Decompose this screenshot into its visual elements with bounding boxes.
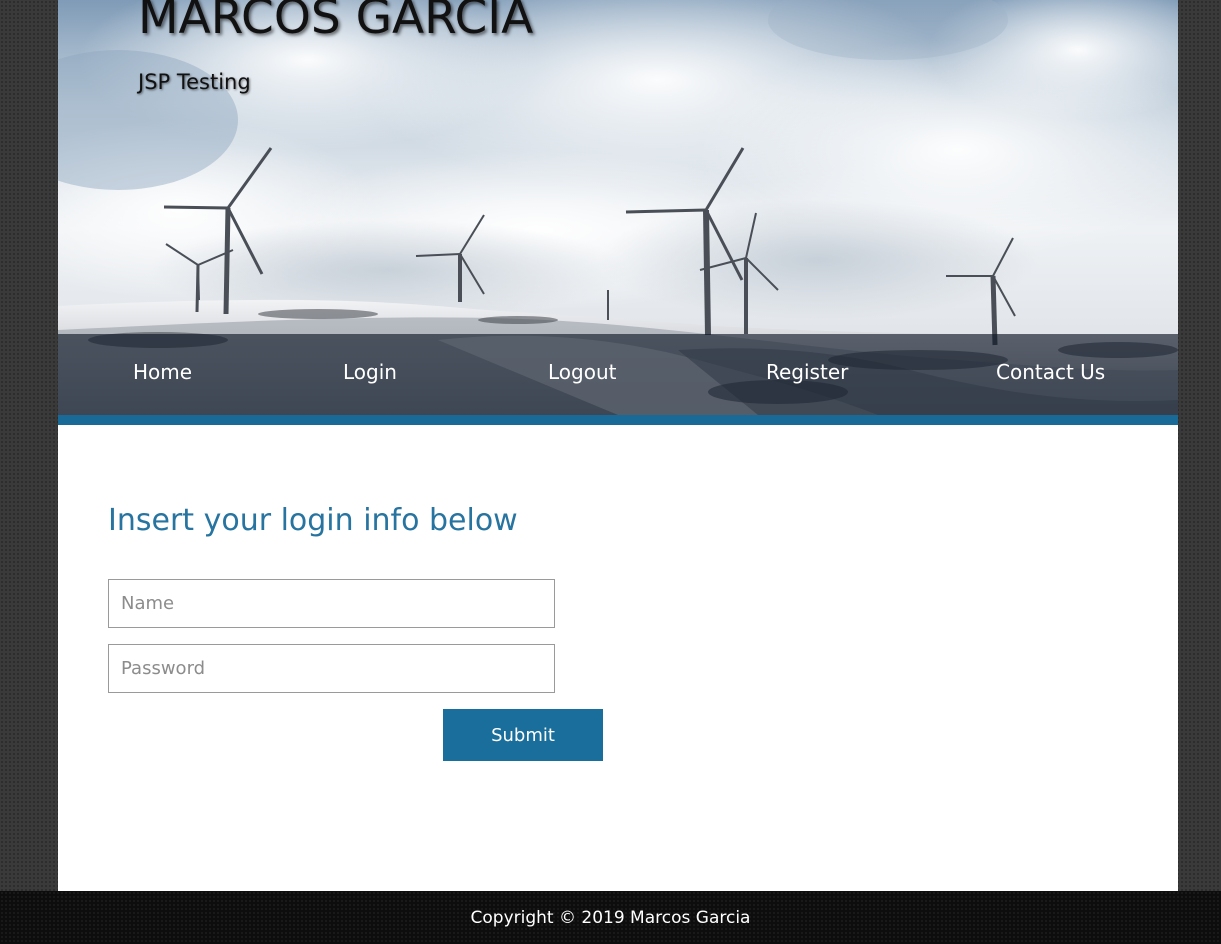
form-heading: Insert your login info below bbox=[108, 503, 518, 538]
main-nav: Home Login Logout Register Contact Us bbox=[58, 334, 1178, 415]
nav-item-contact-us[interactable]: Contact Us bbox=[996, 360, 1105, 384]
password-input[interactable] bbox=[108, 644, 555, 693]
site-title: MARCOS GARCIA bbox=[138, 0, 534, 45]
site-subtitle: JSP Testing bbox=[138, 70, 251, 94]
copyright-text: Copyright © 2019 Marcos Garcia bbox=[470, 908, 751, 928]
page-container: MARCOS GARCIA JSP Testing Home Login Log… bbox=[58, 0, 1178, 891]
submit-button[interactable]: Submit bbox=[443, 709, 603, 761]
nav-item-register[interactable]: Register bbox=[766, 360, 848, 384]
hero-banner: MARCOS GARCIA JSP Testing Home Login Log… bbox=[58, 0, 1178, 415]
nav-item-home[interactable]: Home bbox=[133, 360, 192, 384]
nav-accent-bar bbox=[58, 415, 1178, 425]
footer: Copyright © 2019 Marcos Garcia bbox=[0, 891, 1221, 944]
nav-item-login[interactable]: Login bbox=[343, 360, 397, 384]
name-input[interactable] bbox=[108, 579, 555, 628]
nav-item-logout[interactable]: Logout bbox=[548, 360, 616, 384]
